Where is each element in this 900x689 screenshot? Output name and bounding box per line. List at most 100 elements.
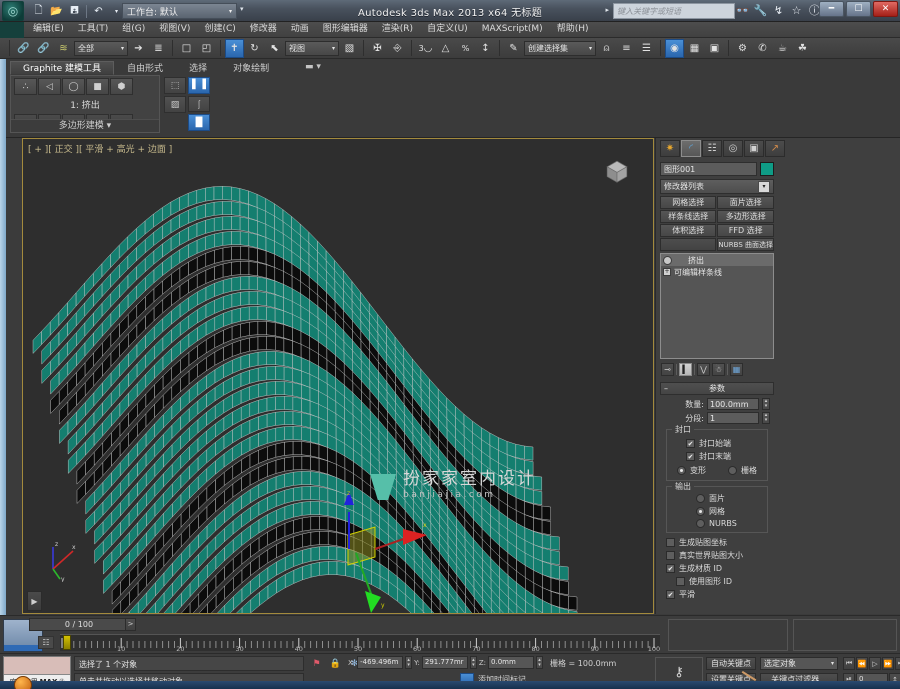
select-and-scale-icon[interactable]: ⬉ <box>265 39 284 58</box>
rendered-frame-window-icon[interactable]: ▣ <box>705 39 724 58</box>
auto-key-button[interactable]: 自动关键点 <box>706 657 756 670</box>
modifier-stack[interactable]: 挤出 + 可编辑样条线 <box>660 253 774 359</box>
use-shape-ids-checkbox[interactable] <box>676 577 685 586</box>
configure-modifier-sets-icon[interactable]: ▦ <box>730 363 743 376</box>
menu-help[interactable]: 帮助(H) <box>550 22 596 37</box>
angle-snap-toggle-icon[interactable]: △ <box>436 39 455 58</box>
border-subobject-icon[interactable]: ◯ <box>62 78 85 95</box>
display-tab-icon[interactable]: ▣ <box>744 140 764 157</box>
star-favorites-icon[interactable]: ☆ <box>789 3 804 19</box>
next-frame-arrow-icon[interactable]: > <box>125 618 136 631</box>
output-nurbs-option[interactable]: NURBS <box>696 519 762 528</box>
spinner-snap-toggle-icon[interactable]: ↕ <box>476 39 495 58</box>
vertex-subobject-icon[interactable]: ∴ <box>14 78 37 95</box>
cap-morph-option[interactable]: 变形 <box>677 465 706 476</box>
material-editor-icon[interactable]: ◉ <box>665 38 684 58</box>
maximize-button[interactable]: ☐ <box>846 1 871 17</box>
frame-counter[interactable]: 0 / 100 <box>29 618 129 631</box>
utilities-tab-icon[interactable]: ↗ <box>765 140 785 157</box>
selection-set-dropdown[interactable]: 选定对象 ▾ <box>760 657 838 670</box>
goto-end-icon[interactable]: ⏭ <box>895 657 900 670</box>
use-pivot-center-icon[interactable]: ▧ <box>340 39 359 58</box>
y-coord-field[interactable]: 291.777mr <box>421 656 468 669</box>
expand-plus-icon[interactable]: + <box>663 268 671 276</box>
unlink-selection-icon[interactable]: 🔗 <box>34 39 53 58</box>
select-by-name-icon[interactable]: ≣ <box>149 39 168 58</box>
undo-icon[interactable]: ↶ <box>90 3 107 20</box>
show-cage-icon[interactable]: ▨ <box>164 96 186 113</box>
collapse-minus-icon[interactable]: – <box>664 384 668 393</box>
save-file-icon[interactable]: 🖪 <box>66 3 83 20</box>
menu-tools[interactable]: 工具(T) <box>71 22 116 37</box>
tab-freeform[interactable]: 自由形式 <box>114 61 176 75</box>
start-orb-icon[interactable] <box>14 676 32 689</box>
generate-mapping-coords-checkbox[interactable] <box>666 538 675 547</box>
vol-select-button[interactable]: 体积选择 <box>660 224 717 237</box>
lock-stack-selection-icon[interactable]: ⎰ <box>188 95 210 113</box>
menu-maxscript[interactable]: MAXScript(M) <box>475 22 550 37</box>
motion-tab-icon[interactable]: ◎ <box>723 140 743 157</box>
generate-mapping-coords-row[interactable]: 生成贴图坐标 <box>666 537 770 548</box>
polygon-subobject-icon[interactable]: ■ <box>86 78 109 95</box>
make-unique-icon[interactable]: ⋁ <box>697 363 710 376</box>
cap-grid-radio[interactable] <box>728 466 737 475</box>
time-slider-handle[interactable] <box>63 635 71 650</box>
bind-to-space-warp-icon[interactable]: ≋ <box>54 39 73 58</box>
app-logo-icon[interactable]: ◎ <box>2 1 24 21</box>
cap-start-row[interactable]: 封口始端 <box>686 438 762 449</box>
cap-end-row[interactable]: 封口末端 <box>686 451 762 462</box>
layer-manager-icon[interactable]: ☰ <box>637 39 656 58</box>
real-world-map-size-checkbox[interactable] <box>666 551 675 560</box>
hierarchy-tab-icon[interactable]: ☷ <box>702 140 722 157</box>
render-setup-icon[interactable]: ▦ <box>685 39 704 58</box>
named-selection-dropdown[interactable]: 创建选择集 ▾ <box>524 40 596 56</box>
open-file-icon[interactable]: 📂 <box>48 3 65 20</box>
menu-modifiers[interactable]: 修改器 <box>243 22 284 37</box>
element-subobject-icon[interactable]: ⬢ <box>110 78 133 95</box>
x-spinner[interactable]: ▴ ▾ <box>405 656 413 669</box>
x-coord-field[interactable]: -469.496m <box>357 656 404 669</box>
edit-named-selection-icon[interactable]: ✎ <box>504 39 523 58</box>
isolate-selection-icon[interactable]: ⚑ <box>310 657 323 670</box>
search-expand-icon[interactable]: ▸ <box>605 6 609 14</box>
cap-start-checkbox[interactable] <box>686 439 695 448</box>
prev-frame-icon[interactable]: ⏪ <box>856 657 868 670</box>
nurbs-surface-select-button[interactable]: NURBS 曲面选择 <box>717 238 774 251</box>
wrench-icon[interactable]: 🔧 <box>753 3 768 19</box>
object-color-swatch[interactable] <box>760 162 774 176</box>
output-patch-option[interactable]: 面片 <box>696 493 762 504</box>
workspace-expand-icon[interactable]: ▾ <box>240 5 244 13</box>
select-and-rotate-icon[interactable]: ↻ <box>245 39 264 58</box>
y-spinner[interactable]: ▴ ▾ <box>469 656 477 669</box>
output-mesh-radio[interactable] <box>696 507 705 516</box>
edge-subobject-icon[interactable]: ◁ <box>38 78 61 95</box>
menu-graph-editors[interactable]: 图形编辑器 <box>316 22 375 37</box>
subscription-icon[interactable]: ↯ <box>771 3 786 19</box>
minimize-button[interactable]: ━ <box>819 1 844 17</box>
render-production-icon[interactable]: ⚙ <box>733 39 752 58</box>
render-flyout-icon[interactable]: ☘ <box>793 39 812 58</box>
segments-spinner[interactable]: ▴ ▾ <box>762 412 770 424</box>
viewport-label[interactable]: [ + ][ 正交 ][ 平滑 + 高光 + 边面 ] <box>28 142 172 155</box>
z-spinner[interactable]: ▴ ▾ <box>536 656 544 669</box>
amount-input[interactable]: 100.0mm <box>707 398 759 410</box>
create-tab-icon[interactable]: ✷ <box>660 140 680 157</box>
lock-selection-icon[interactable]: 🔒 <box>329 657 342 670</box>
output-mesh-option[interactable]: 网格 <box>696 506 762 517</box>
generate-material-ids-checkbox[interactable] <box>666 564 675 573</box>
z-coord-field[interactable]: 0.0mm <box>488 656 535 669</box>
goto-start-icon[interactable]: ⏮ <box>843 657 855 670</box>
patch-select-button[interactable]: 面片选择 <box>717 196 774 209</box>
real-world-map-size-row[interactable]: 真实世界贴图大小 <box>666 550 770 561</box>
segments-input[interactable]: 1 <box>707 412 759 424</box>
align-icon[interactable]: ≡ <box>617 39 636 58</box>
workspace-selector[interactable]: 工作台: 默认 ▾ <box>122 3 237 19</box>
listener-pane[interactable] <box>4 657 70 674</box>
rectangular-selection-region-icon[interactable]: □ <box>177 39 196 58</box>
mirror-icon[interactable]: ⍝ <box>597 39 616 58</box>
view-cube-icon[interactable] <box>603 157 631 185</box>
modify-tab-icon[interactable]: ◜ <box>681 140 701 157</box>
cap-grid-option[interactable]: 栅格 <box>728 465 757 476</box>
select-and-link-icon[interactable]: 🔗 <box>14 39 33 58</box>
move-gizmo[interactable]: z x y <box>323 487 433 617</box>
